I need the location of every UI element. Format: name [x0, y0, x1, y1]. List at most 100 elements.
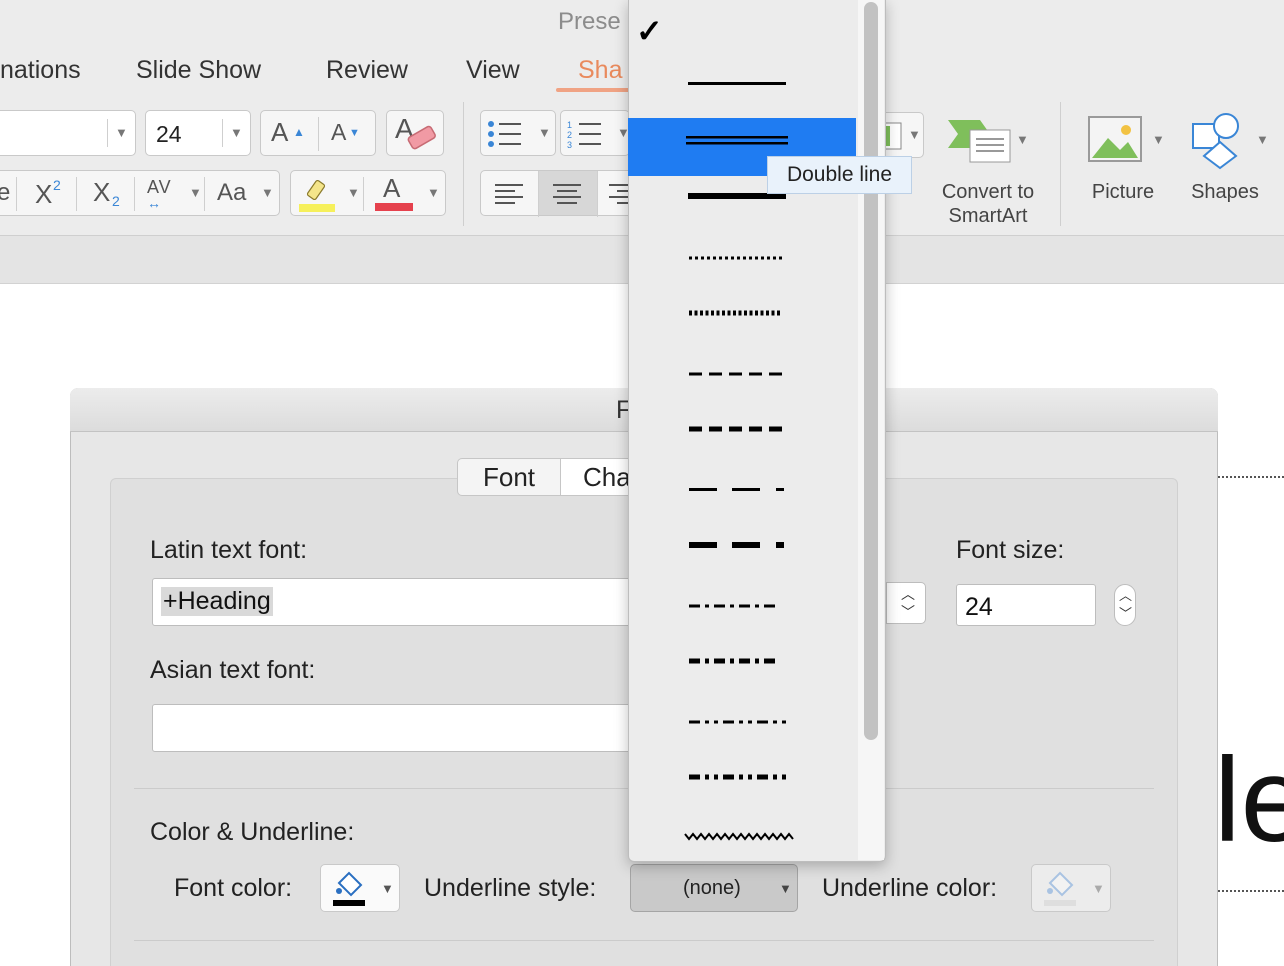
- shapes-label: Shapes: [1191, 181, 1259, 203]
- asian-font-field[interactable]: [152, 704, 642, 752]
- paint-bucket-icon: [1044, 871, 1076, 906]
- convert-smartart-label-2: SmartArt: [948, 205, 1028, 227]
- menu-item-single[interactable]: [628, 58, 856, 114]
- picture-icon: [1088, 116, 1142, 162]
- bullet-list-icon: [488, 121, 521, 147]
- heavy-dot-dot-dash-underline-swatch: [689, 774, 786, 780]
- dotted-underline-swatch: [689, 256, 782, 260]
- latin-font-field[interactable]: +Heading: [152, 578, 642, 626]
- placeholder-border-bottom: [1218, 890, 1284, 892]
- tooltip: Double line: [767, 156, 912, 194]
- underline-style-label: Underline style:: [424, 874, 597, 902]
- wavy-underline-swatch: [684, 832, 794, 841]
- divider: [222, 119, 223, 147]
- color-underline-heading: Color & Underline:: [150, 818, 355, 846]
- chevron-down-icon: ▼: [189, 185, 202, 200]
- highlighter-icon[interactable]: [299, 175, 335, 213]
- tab-font[interactable]: Font: [457, 458, 561, 496]
- checkmark-icon: ✓: [636, 13, 663, 49]
- underline-style-select[interactable]: (none) ▼: [630, 864, 798, 912]
- menu-item-dot-dot-dash-heavy[interactable]: [628, 750, 856, 806]
- menu-item-dotted-heavy[interactable]: [628, 286, 856, 342]
- svg-text:1: 1: [567, 120, 572, 130]
- numbered-list-icon: 1 2 3: [567, 120, 601, 149]
- chevron-down-icon: ▼: [1256, 132, 1269, 147]
- change-case-button[interactable]: Aa: [217, 179, 246, 207]
- arrow-down-icon: ▼: [349, 127, 360, 139]
- menu-item-none[interactable]: ✓: [628, 4, 856, 60]
- convert-to-smartart-button[interactable]: ▼ Convert to SmartArt: [930, 108, 1050, 238]
- stepper-chevrons-icon: ︿ ﹀: [1119, 588, 1133, 621]
- spacing-arrows-icon: ↔: [147, 195, 161, 211]
- menu-item-long-dash-heavy[interactable]: [628, 518, 856, 574]
- underline-color-picker[interactable]: ▼: [1031, 864, 1111, 912]
- subscript-button[interactable]: X: [93, 177, 110, 208]
- chevron-down-icon: ▼: [381, 881, 394, 896]
- font-color-label: Font color:: [174, 874, 293, 902]
- divider: [204, 177, 205, 211]
- ribbon-group-divider: [463, 102, 464, 226]
- superscript-button[interactable]: X: [35, 179, 52, 210]
- ribbon-group-divider: [1060, 102, 1061, 226]
- font-color-button[interactable]: A: [383, 173, 400, 204]
- font-color-picker[interactable]: ▼: [320, 864, 400, 912]
- shapes-button[interactable]: ▼ Shapes: [1180, 108, 1284, 218]
- svg-text:3: 3: [567, 140, 572, 149]
- tab-view[interactable]: View: [466, 56, 520, 85]
- eraser-icon: [407, 125, 436, 150]
- menu-item-dot-dash-heavy[interactable]: [628, 634, 856, 690]
- align-left-icon[interactable]: [495, 183, 525, 205]
- menu-item-dotted[interactable]: [628, 232, 856, 288]
- menu-item-dot-dash[interactable]: [628, 580, 856, 636]
- bullets-button[interactable]: ▼: [480, 110, 556, 156]
- font-size-field-value: 24: [965, 593, 993, 621]
- tab-slide-show[interactable]: Slide Show: [136, 56, 261, 85]
- slide-title-text[interactable]: le: [1214, 730, 1284, 870]
- latin-font-label: Latin text font:: [150, 536, 308, 564]
- menu-item-long-dash[interactable]: [628, 462, 856, 518]
- chevron-down-icon: ▼: [1092, 881, 1105, 896]
- heavy-dotted-underline-swatch: [689, 310, 782, 316]
- tab-shape-format[interactable]: Sha: [578, 56, 622, 85]
- clear-formatting-button[interactable]: A: [386, 110, 444, 156]
- shrink-font-button[interactable]: A: [331, 119, 346, 146]
- picture-button[interactable]: ▼ Picture: [1078, 108, 1174, 218]
- numbering-button[interactable]: 1 2 3 ▼: [560, 110, 630, 156]
- arrow-up-icon: ▲: [293, 125, 305, 139]
- menu-item-wavy[interactable]: [628, 808, 856, 864]
- menu-scrollbar-thumb[interactable]: [864, 2, 878, 740]
- menu-item-dash-heavy[interactable]: [628, 402, 856, 458]
- window-title: Prese: [558, 8, 621, 35]
- font-name-combo[interactable]: ▼: [0, 110, 136, 156]
- underline-color-label: Underline color:: [822, 874, 998, 902]
- up-down-chevron-icon: ︿ ﹀: [901, 586, 915, 620]
- menu-item-dash[interactable]: [628, 348, 856, 404]
- font-size-combo[interactable]: 24 ▼: [145, 110, 251, 156]
- chevron-down-icon: ▼: [779, 881, 792, 896]
- text-effects-group: e X 2 X 2 AV ↔ ▼ Aa ▼: [0, 170, 280, 216]
- strikethrough-button-partial[interactable]: e: [0, 179, 10, 207]
- menu-item-dot-dot-dash[interactable]: [628, 696, 856, 752]
- color-group: ▼ A ▼: [290, 170, 446, 216]
- svg-text:2: 2: [567, 130, 572, 140]
- font-size-field[interactable]: 24: [956, 584, 1096, 626]
- single-underline-swatch: [688, 82, 786, 85]
- grow-shrink-font-group: A ▲ A ▼: [260, 110, 376, 156]
- font-size-stepper[interactable]: ︿ ﹀: [1114, 584, 1136, 626]
- tab-animations[interactable]: nations: [0, 56, 81, 85]
- active-tab-indicator: [556, 88, 630, 92]
- alignment-group: [480, 170, 640, 217]
- long-dash-underline-swatch: [689, 488, 784, 491]
- grow-font-button[interactable]: A: [271, 117, 288, 148]
- latin-font-dropdown[interactable]: ︿ ﹀: [886, 582, 926, 624]
- latin-font-value: +Heading: [161, 587, 273, 616]
- chevron-down-icon: ▼: [230, 125, 243, 140]
- asian-font-label: Asian text font:: [150, 656, 316, 684]
- picture-label: Picture: [1091, 181, 1155, 203]
- heavy-long-dash-underline-swatch: [689, 542, 784, 548]
- underline-style-value: (none): [683, 877, 741, 899]
- dot-dot-dash-underline-swatch: [689, 720, 786, 724]
- divider: [318, 117, 319, 151]
- tab-review[interactable]: Review: [326, 56, 408, 85]
- chevron-down-icon: ▼: [427, 185, 440, 200]
